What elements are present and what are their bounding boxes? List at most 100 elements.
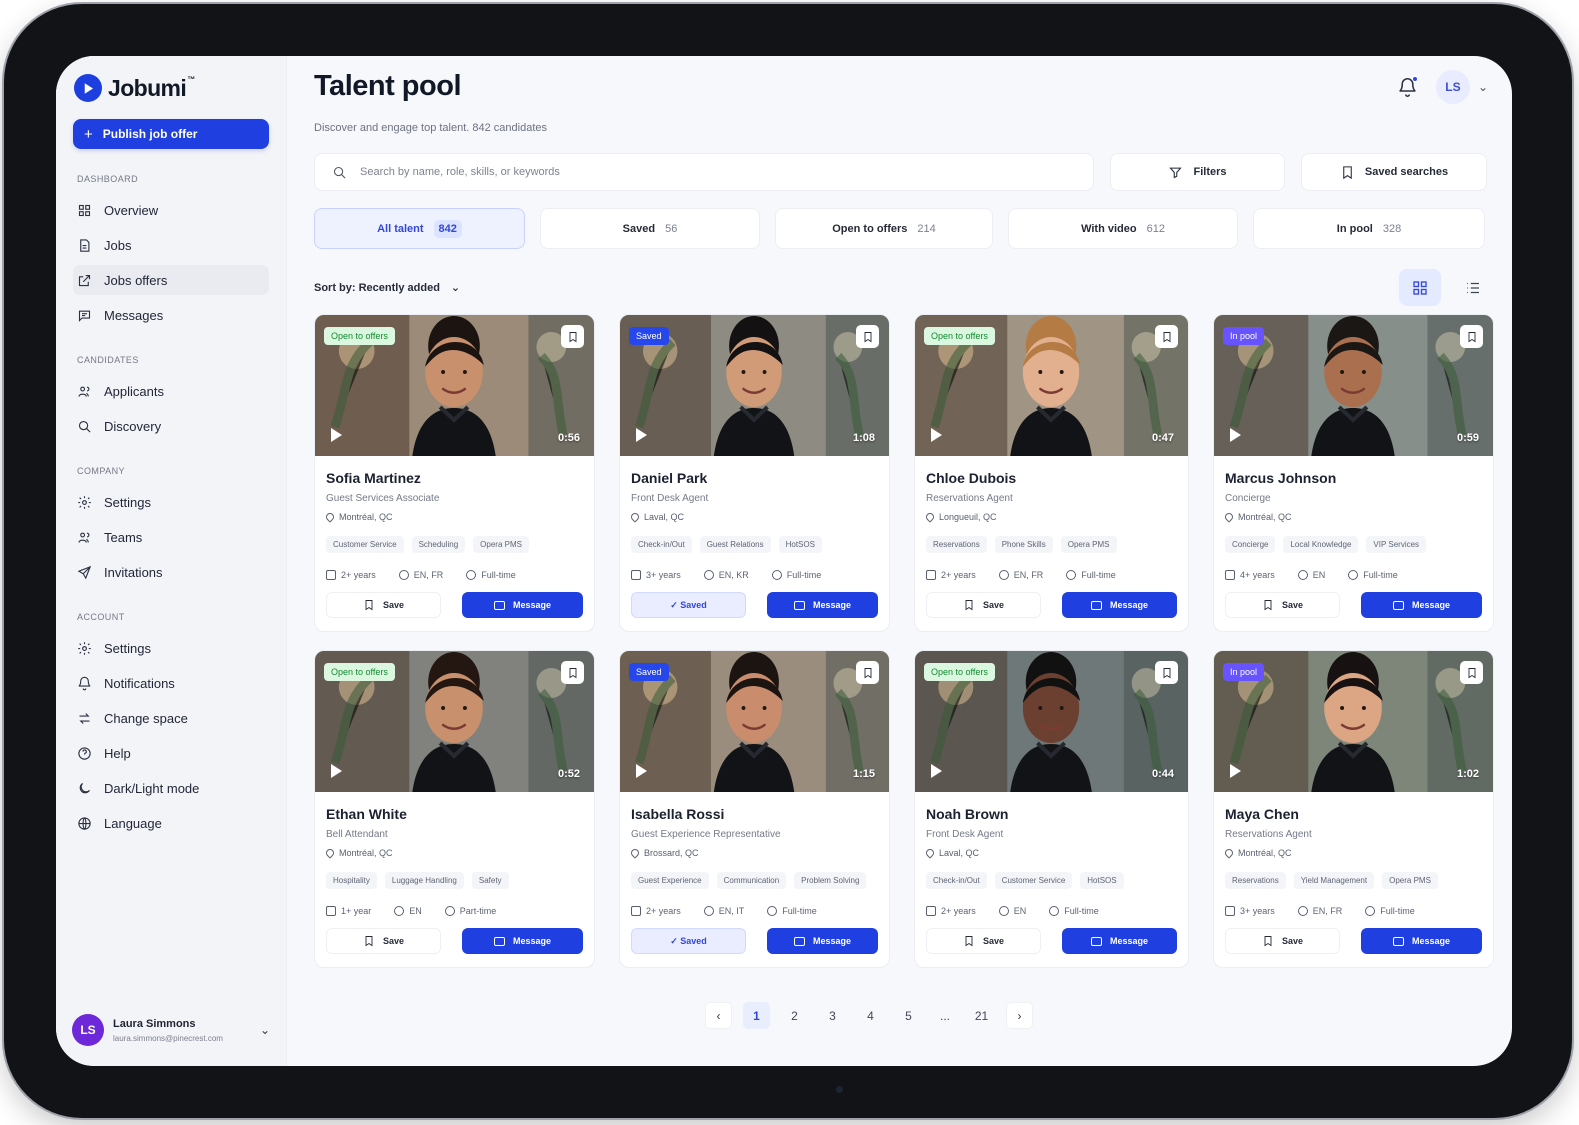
previous-page-button[interactable]: ‹ <box>705 1002 732 1029</box>
candidate-video-thumbnail[interactable]: Open to offers 0:44 <box>915 651 1188 792</box>
sidebar-item-messages[interactable]: Messages <box>73 300 269 330</box>
save-candidate-button[interactable]: Save <box>926 592 1041 618</box>
bookmark-icon[interactable] <box>1460 325 1483 348</box>
candidate-name[interactable]: Daniel Park <box>631 470 878 486</box>
user-profile[interactable]: LS Laura Simmons laura.simmons@pinecrest… <box>72 1014 270 1046</box>
message-candidate-button[interactable]: Message <box>462 592 583 618</box>
candidate-video-thumbnail[interactable]: In pool 1:02 <box>1214 651 1493 792</box>
message-candidate-button[interactable]: Message <box>767 592 878 618</box>
play-icon[interactable] <box>1230 428 1241 442</box>
brand[interactable]: Jobumi™ <box>74 72 269 104</box>
tab-open-to-offers[interactable]: Open to offers 214 <box>775 208 993 249</box>
sidebar-item-change-space[interactable]: Change space <box>73 703 269 733</box>
publish-job-offer-button[interactable]: + Publish job offer <box>73 119 269 149</box>
page-number-button[interactable]: 5 <box>895 1002 922 1029</box>
candidate-card[interactable]: Saved 1:08 Daniel Park Front Desk Agent … <box>619 314 890 632</box>
sidebar-item-help[interactable]: Help <box>73 738 269 768</box>
play-icon[interactable] <box>636 764 647 778</box>
candidate-card[interactable]: Saved 1:15 Isabella Rossi Guest Experien… <box>619 650 890 968</box>
sidebar-item-applicants[interactable]: Applicants <box>73 376 269 406</box>
bookmark-icon <box>365 600 373 611</box>
save-candidate-button[interactable]: Save <box>926 928 1041 954</box>
bookmark-icon[interactable] <box>856 661 879 684</box>
page-number-button[interactable]: 2 <box>781 1002 808 1029</box>
search-box[interactable]: Search by name, role, skills, or keyword… <box>314 153 1094 191</box>
page-number-button[interactable]: 3 <box>819 1002 846 1029</box>
bookmark-icon[interactable] <box>1155 325 1178 348</box>
save-candidate-button[interactable]: ✓ Saved <box>631 592 746 618</box>
save-candidate-button[interactable]: Save <box>326 592 441 618</box>
save-candidate-button[interactable]: Save <box>1225 928 1340 954</box>
sort-dropdown[interactable]: Sort by: Recently added ⌄ <box>314 281 460 295</box>
tab-all-talent[interactable]: All talent 842 <box>314 208 525 249</box>
tab-in-pool[interactable]: In pool 328 <box>1253 208 1485 249</box>
message-candidate-button[interactable]: Message <box>1062 928 1177 954</box>
main-content: Talent pool Discover and engage top tale… <box>287 56 1512 1066</box>
page-number-button[interactable]: 1 <box>743 1002 770 1029</box>
message-candidate-button[interactable]: Message <box>1062 592 1177 618</box>
bookmark-icon[interactable] <box>561 661 584 684</box>
next-page-button[interactable]: › <box>1006 1002 1033 1029</box>
account-avatar[interactable]: LS <box>1435 70 1470 104</box>
list-view-button[interactable] <box>1452 269 1494 306</box>
sidebar-item-invitations[interactable]: Invitations <box>73 557 269 587</box>
message-candidate-button[interactable]: Message <box>1361 928 1482 954</box>
save-candidate-button[interactable]: Save <box>326 928 441 954</box>
candidate-video-thumbnail[interactable]: Open to offers 0:47 <box>915 315 1188 456</box>
sidebar-item-notifications[interactable]: Notifications <box>73 668 269 698</box>
notifications-bell-icon[interactable] <box>1395 75 1420 100</box>
save-candidate-button[interactable]: ✓ Saved <box>631 928 746 954</box>
sidebar-item-language[interactable]: Language <box>73 808 269 838</box>
candidate-name[interactable]: Sofia Martinez <box>326 470 583 486</box>
candidate-video-thumbnail[interactable]: Saved 1:15 <box>620 651 889 792</box>
candidate-name[interactable]: Ethan White <box>326 806 583 822</box>
play-icon[interactable] <box>931 764 942 778</box>
chevron-down-icon[interactable]: ⌄ <box>260 1023 270 1037</box>
bookmark-icon[interactable] <box>561 325 584 348</box>
page-number-button[interactable]: 4 <box>857 1002 884 1029</box>
search-input[interactable]: Search by name, role, skills, or keyword… <box>360 166 560 178</box>
candidate-name[interactable]: Chloe Dubois <box>926 470 1177 486</box>
filters-button[interactable]: Filters <box>1110 153 1285 191</box>
grid-view-button[interactable] <box>1399 269 1441 306</box>
candidate-name[interactable]: Maya Chen <box>1225 806 1482 822</box>
candidate-video-thumbnail[interactable]: Open to offers 0:52 <box>315 651 594 792</box>
play-icon[interactable] <box>1230 764 1241 778</box>
bookmark-icon[interactable] <box>856 325 879 348</box>
candidate-name[interactable]: Noah Brown <box>926 806 1177 822</box>
candidate-card[interactable]: Open to offers 0:47 Chloe Dubois Reserva… <box>914 314 1189 632</box>
candidate-card[interactable]: Open to offers 0:56 Sofia Martinez Guest… <box>314 314 595 632</box>
saved-searches-button[interactable]: Saved searches <box>1301 153 1487 191</box>
candidate-card[interactable]: Open to offers 0:44 Noah Brown Front Des… <box>914 650 1189 968</box>
sidebar-item-settings[interactable]: Settings <box>73 633 269 663</box>
message-candidate-button[interactable]: Message <box>767 928 878 954</box>
play-icon[interactable] <box>931 428 942 442</box>
sidebar-item-settings[interactable]: Settings <box>73 487 269 517</box>
candidate-video-thumbnail[interactable]: In pool 0:59 <box>1214 315 1493 456</box>
play-icon[interactable] <box>636 428 647 442</box>
play-icon[interactable] <box>331 428 342 442</box>
message-candidate-button[interactable]: Message <box>462 928 583 954</box>
bookmark-icon[interactable] <box>1155 661 1178 684</box>
play-icon[interactable] <box>331 764 342 778</box>
candidate-video-thumbnail[interactable]: Saved 1:08 <box>620 315 889 456</box>
candidate-card[interactable]: Open to offers 0:52 Ethan White Bell Att… <box>314 650 595 968</box>
candidate-name[interactable]: Marcus Johnson <box>1225 470 1482 486</box>
chevron-down-icon[interactable]: ⌄ <box>1478 80 1488 94</box>
tab-with-video[interactable]: With video 612 <box>1008 208 1238 249</box>
sidebar-item-dark-light-mode[interactable]: Dark/Light mode <box>73 773 269 803</box>
sidebar-item-jobs[interactable]: Jobs <box>73 230 269 260</box>
page-number-button[interactable]: 21 <box>968 1002 995 1029</box>
candidate-name[interactable]: Isabella Rossi <box>631 806 878 822</box>
message-candidate-button[interactable]: Message <box>1361 592 1482 618</box>
sidebar-item-discovery[interactable]: Discovery <box>73 411 269 441</box>
sidebar-item-teams[interactable]: Teams <box>73 522 269 552</box>
candidate-card[interactable]: In pool 1:02 Maya Chen Reservations Agen… <box>1213 650 1494 968</box>
sidebar-item-overview[interactable]: Overview <box>73 195 269 225</box>
sidebar-item-jobs-offers[interactable]: Jobs offers <box>73 265 269 295</box>
candidate-card[interactable]: In pool 0:59 Marcus Johnson Concierge Mo… <box>1213 314 1494 632</box>
candidate-video-thumbnail[interactable]: Open to offers 0:56 <box>315 315 594 456</box>
tab-saved[interactable]: Saved 56 <box>540 208 760 249</box>
bookmark-icon[interactable] <box>1460 661 1483 684</box>
save-candidate-button[interactable]: Save <box>1225 592 1340 618</box>
